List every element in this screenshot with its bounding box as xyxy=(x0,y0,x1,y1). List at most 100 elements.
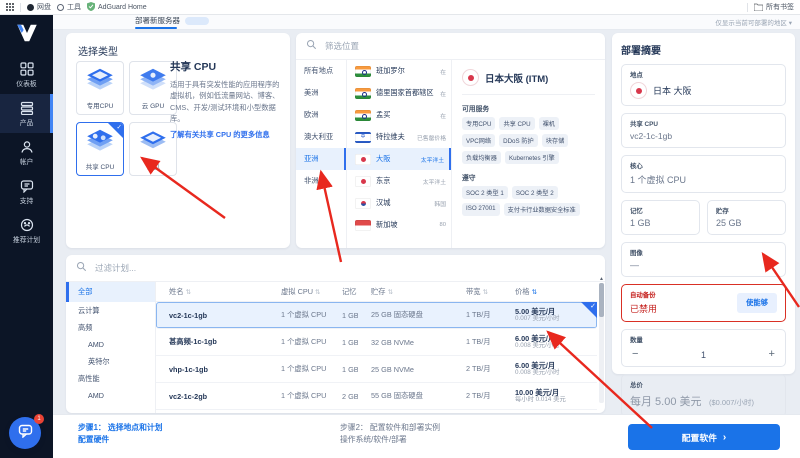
plan-category-all[interactable]: 全部 xyxy=(66,282,155,302)
location-row-osaka[interactable]: 大阪 太平洋土 xyxy=(347,148,451,170)
plan-bandwidth: 1 TB/月 xyxy=(466,310,491,319)
products-icon xyxy=(0,101,53,115)
compliance-pill: 支付卡行业数据安全标准 xyxy=(503,203,580,216)
bookmarks-bar: 网盘 工具 AdGuard Home 所有书签 xyxy=(0,0,800,15)
region-australia[interactable]: 澳大利亚 xyxy=(296,126,346,148)
japan-round-flag-icon xyxy=(630,82,647,99)
sidebar-item-dashboard[interactable]: 仪表板 xyxy=(0,55,53,94)
header-note[interactable]: 仅显示当前可部署的地区 ▾ xyxy=(715,17,792,27)
sidebar-item-support[interactable]: 支持 xyxy=(0,172,53,211)
plan-cpu: 1 个虚拟 CPU xyxy=(281,310,327,319)
service-pill: DDoS 防护 xyxy=(499,134,538,147)
location-note: 太平洋土 xyxy=(422,179,446,186)
summary-total-hourly: ($0.007/小时) xyxy=(708,398,755,407)
step-2-subtitle: 操作系统/软件/部署 xyxy=(340,434,407,444)
location-search-input[interactable] xyxy=(323,40,447,52)
location-row-mumbai[interactable]: 孟买 在 xyxy=(347,104,451,126)
location-row-seoul[interactable]: 汉城 韩国 xyxy=(347,192,451,214)
tab-deploy-new-server[interactable]: 部署新服务器 xyxy=(135,15,209,26)
configure-software-label: 配置软件 xyxy=(681,432,717,443)
bookmark-label: AdGuard Home xyxy=(98,3,147,11)
table-scrollbar[interactable]: ▲ xyxy=(599,276,604,403)
plan-row-vc2-1c-2gb[interactable]: vc2-1c-2gb 1 个虚拟 CPU 2 GB 55 GB 固态硬盘 2 T… xyxy=(156,383,597,410)
column-header-vcpu[interactable]: 虚拟 CPU xyxy=(281,287,320,296)
summary-quantity-label: 数量 xyxy=(630,337,643,344)
support-chat-icon xyxy=(0,179,53,193)
quantity-minus-button[interactable]: − xyxy=(632,349,638,360)
summary-backup-card: 自动备份 已禁用 使能够 xyxy=(621,284,786,322)
region-all[interactable]: 所有地点 xyxy=(296,60,346,82)
column-header-storage[interactable]: 贮存 xyxy=(371,287,393,296)
learn-more-link[interactable]: 了解有关共享 CPU 的更多信息 xyxy=(170,130,281,140)
plan-name: vc2-1c-2gb xyxy=(169,391,208,401)
plan-category-amd-2[interactable]: AMD xyxy=(66,387,155,404)
india-flag-icon xyxy=(355,109,371,121)
vultr-logo[interactable] xyxy=(0,14,53,55)
plan-row-vc2-1c-1gb[interactable]: vc2-1c-1gb 1 个虚拟 CPU 1 GB 25 GB 固态硬盘 1 T… xyxy=(156,302,597,329)
compliance-pill: SOC 2 类型 1 xyxy=(462,186,508,199)
type-card-shared-cpu[interactable]: 共享 CPU xyxy=(76,122,124,176)
scrollbar-thumb[interactable] xyxy=(599,283,604,317)
column-header-name[interactable]: 姓名 xyxy=(169,287,191,296)
plan-search-row xyxy=(66,255,605,282)
location-name: 孟买 xyxy=(376,110,391,119)
plan-category-intel[interactable]: 英特尔 xyxy=(66,353,155,370)
enable-backup-button[interactable]: 使能够 xyxy=(737,292,777,313)
quantity-value: 1 xyxy=(700,349,706,360)
chat-notification-badge: 1 xyxy=(34,414,44,424)
tab-label: 部署新服务器 xyxy=(135,16,180,25)
selected-checkmark-icon xyxy=(108,123,123,138)
type-card-dedicated-cpu[interactable]: 专用CPU xyxy=(76,61,124,115)
location-row-bangalore[interactable]: 班加罗尔 在 xyxy=(347,60,451,82)
location-name: 新加坡 xyxy=(376,220,398,229)
plan-row-vhp-1c-1gb[interactable]: vhp-1c-1gb 1 个虚拟 CPU 1 GB 25 GB NVMe 2 T… xyxy=(156,356,597,383)
plan-category-high-performance[interactable]: 高性能 xyxy=(66,370,155,387)
location-search-row xyxy=(296,33,605,60)
region-europe[interactable]: 欧洲 xyxy=(296,104,346,126)
column-header-price[interactable]: 价格 xyxy=(515,287,537,296)
plan-cpu: 1 个虚拟 CPU xyxy=(281,364,327,373)
region-americas[interactable]: 美洲 xyxy=(296,82,346,104)
location-row-delhi[interactable]: 德里国家首都辖区 在 xyxy=(347,82,451,104)
plan-category-cloud-compute[interactable]: 云计算 xyxy=(66,302,155,319)
column-header-bandwidth[interactable]: 带宽 xyxy=(466,287,488,296)
services-label: 可用服务 xyxy=(462,106,490,113)
plan-filter-input[interactable] xyxy=(93,262,217,274)
location-row-singapore[interactable]: 新加坡 80 xyxy=(347,214,451,236)
chat-widget-button[interactable]: 1 xyxy=(9,414,44,449)
plan-category-amd[interactable]: AMD xyxy=(66,336,155,353)
bookmark-item[interactable]: 工具 xyxy=(57,2,81,12)
apps-grid-icon[interactable] xyxy=(6,3,14,11)
plans-table-header: 姓名 虚拟 CPU 记忆 贮存 带宽 价格 xyxy=(156,282,597,302)
sidebar-item-products[interactable]: 产品 xyxy=(0,94,53,133)
plan-row-vhf-1c-1gb[interactable]: 甚高频-1c-1gb 1 个虚拟 CPU 1 GB 32 GB NVMe 1 T… xyxy=(156,329,597,356)
sidebar-item-referral[interactable]: 推荐计划 xyxy=(0,211,53,250)
region-africa[interactable]: 非洲 xyxy=(296,170,346,192)
bookmark-item[interactable]: AdGuard Home xyxy=(87,1,147,13)
japan-round-flag-icon xyxy=(462,69,479,86)
plans-table: 姓名 虚拟 CPU 记忆 贮存 带宽 价格 vc2-1c-1gb 1 个虚拟 C… xyxy=(156,282,597,411)
plan-category-high-frequency[interactable]: 高频 xyxy=(66,319,155,336)
region-asia[interactable]: 亚洲 xyxy=(296,148,346,170)
sidebar-item-account[interactable]: 帐户 xyxy=(0,133,53,172)
location-row-tokyo[interactable]: 东京 太平洋土 xyxy=(347,170,451,192)
bookmark-item[interactable]: 网盘 xyxy=(27,2,51,12)
dashboard-icon xyxy=(0,62,53,76)
configure-software-button[interactable]: 配置软件 xyxy=(628,424,780,450)
plan-categories: 全部 云计算 高频 AMD 英特尔 高性能 AMD xyxy=(66,282,156,413)
bare-metal-icon xyxy=(137,128,169,159)
quantity-plus-button[interactable]: + xyxy=(769,349,775,360)
location-row-telaviv[interactable]: 特拉维夫 已售罄价格 xyxy=(347,126,451,148)
plan-cpu: 1 个虚拟 CPU xyxy=(281,337,327,346)
plan-bandwidth: 2 TB/月 xyxy=(466,364,491,373)
scroll-up-icon[interactable]: ▲ xyxy=(599,276,604,282)
cpu-stack-icon xyxy=(84,67,116,98)
select-type-panel: 选择类型 专用CPU 云 GPU 共享 CPU 裸机 共享 CPU 适用于具有突 xyxy=(66,33,290,248)
column-header-memory[interactable]: 记忆 xyxy=(342,287,358,296)
india-flag-icon xyxy=(355,65,371,77)
plan-ram: 1 GB xyxy=(342,337,358,347)
all-bookmarks[interactable]: 所有书签 xyxy=(754,2,794,12)
adguard-shield-icon xyxy=(87,1,95,13)
site-icon xyxy=(57,3,64,11)
japan-flag-icon xyxy=(355,175,371,187)
